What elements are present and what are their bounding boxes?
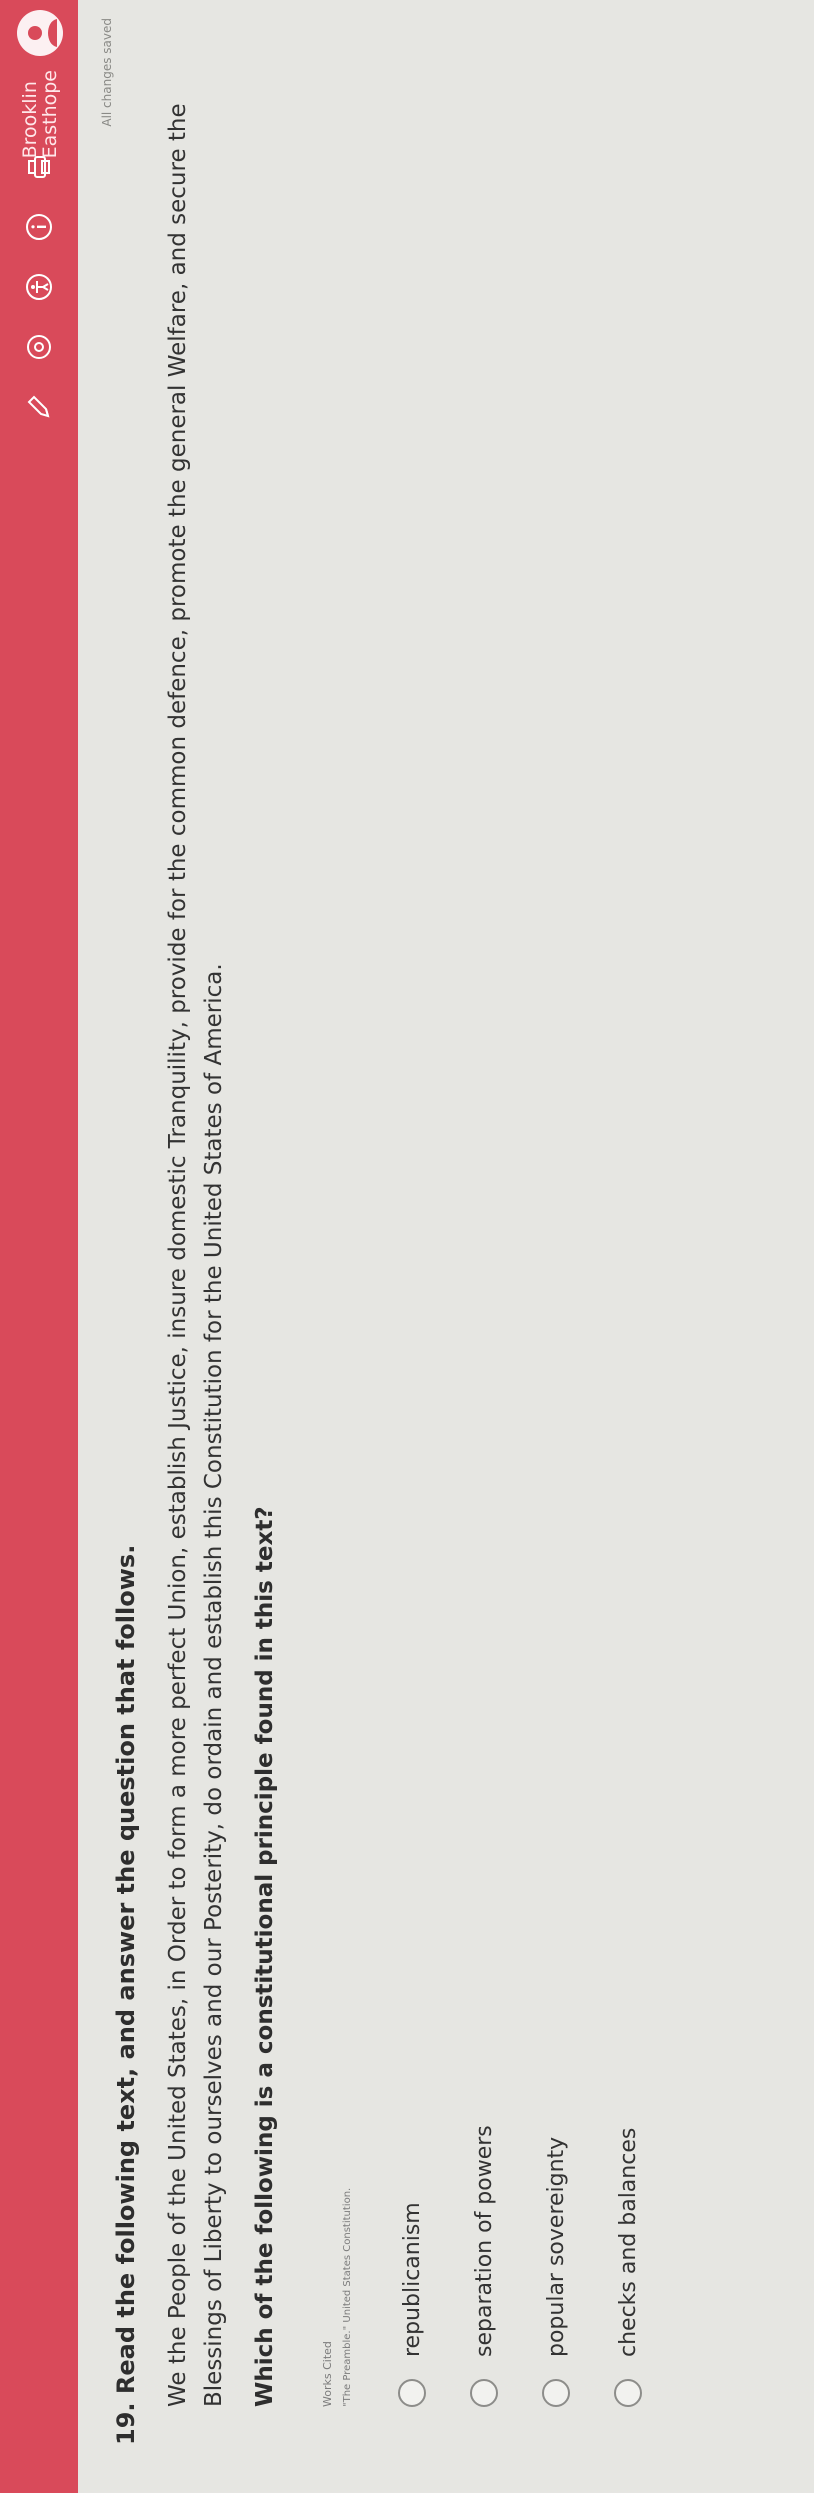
option-label: separation of powers bbox=[471, 2125, 497, 2357]
option-label: popular sovereignty bbox=[543, 2136, 569, 2357]
passage-text: We the People of the United States, in O… bbox=[165, 103, 227, 2407]
user-menu[interactable]: Brooklin Easthope bbox=[12, 10, 68, 158]
avatar-icon[interactable] bbox=[17, 10, 63, 56]
option-separation-of-powers[interactable]: separation of powers bbox=[455, 45, 513, 2407]
accessibility-icon[interactable] bbox=[22, 270, 56, 304]
toolbar bbox=[18, 150, 60, 424]
radio-button[interactable] bbox=[542, 2379, 570, 2407]
question-panel: 19. Read the following text, and answer … bbox=[112, 45, 671, 2445]
option-republicanism[interactable]: republicanism bbox=[383, 45, 441, 2407]
radio-button[interactable] bbox=[614, 2379, 642, 2407]
radio-button[interactable] bbox=[470, 2379, 498, 2407]
option-label: checks and balances bbox=[615, 2127, 641, 2357]
top-bar: Brooklin Easthope bbox=[0, 0, 78, 2493]
option-label: republicanism bbox=[399, 2202, 425, 2357]
target-icon[interactable] bbox=[22, 330, 56, 364]
question-title: 19. Read the following text, and answer … bbox=[112, 1544, 140, 2445]
answer-options: republicanism separation of powers popul… bbox=[383, 45, 657, 2407]
question-prompt: Which of the following is a constitution… bbox=[252, 1506, 278, 2407]
user-last-name: Easthope bbox=[39, 70, 61, 159]
radio-button[interactable] bbox=[398, 2379, 426, 2407]
option-popular-sovereignty[interactable]: popular sovereignty bbox=[527, 45, 585, 2407]
pencil-icon[interactable] bbox=[22, 390, 56, 424]
works-cited-label: Works Cited bbox=[321, 2341, 334, 2407]
citation: "The Preamble." United States Constituti… bbox=[342, 2187, 353, 2407]
user-name: Brooklin Easthope bbox=[19, 70, 61, 159]
assessment-screen: Brooklin Easthope All changes saved 19. … bbox=[0, 0, 814, 2493]
option-checks-and-balances[interactable]: checks and balances bbox=[599, 45, 657, 2407]
info-icon[interactable] bbox=[22, 210, 56, 244]
user-first-name: Brooklin bbox=[19, 81, 41, 159]
